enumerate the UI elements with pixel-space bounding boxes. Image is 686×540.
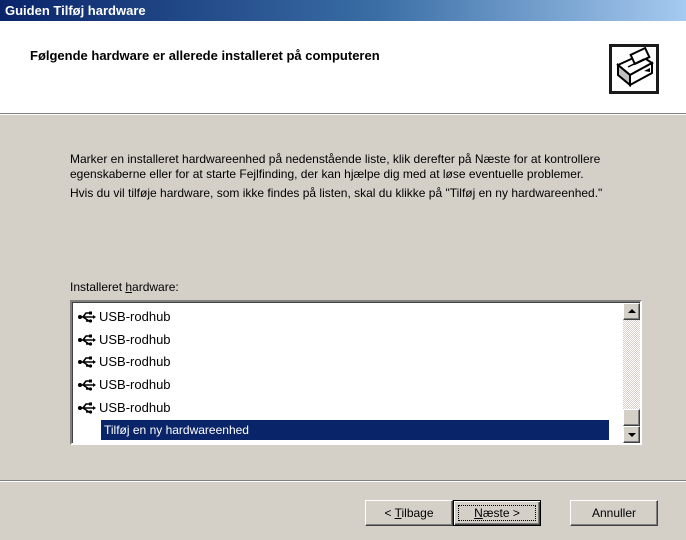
list-items: USB-rodhub USB-rodhub USB-rodhub USB-rod… <box>75 306 609 440</box>
window-title: Guiden Tilføj hardware <box>5 3 146 18</box>
list-item[interactable]: USB-rodhub <box>75 396 609 419</box>
list-item[interactable]: USB-rodhub <box>75 329 609 352</box>
installed-hardware-label: Installeret hardware: <box>70 280 179 294</box>
cancel-label: Annuller <box>591 506 637 520</box>
intro-paragraph-1: Marker en installeret hardwareenhed på n… <box>70 152 601 181</box>
hardware-wizard-icon <box>609 44 659 94</box>
list-scrollbar[interactable] <box>623 303 640 443</box>
back-button[interactable]: < Tilbage <box>365 500 453 526</box>
footer-separator <box>0 480 686 482</box>
next-accelerator: N <box>474 506 483 520</box>
list-item[interactable]: USB-rodhub <box>75 374 609 397</box>
window-titlebar[interactable]: Guiden Tilføj hardware <box>0 0 686 21</box>
scroll-down-button[interactable] <box>623 426 640 443</box>
back-prefix: < <box>384 506 395 520</box>
list-item[interactable]: USB-rodhub <box>75 351 609 374</box>
scroll-up-button[interactable] <box>623 303 640 320</box>
list-item-add-new-hardware[interactable]: Tilføj en ny hardwareenhed <box>101 419 609 440</box>
list-item[interactable]: USB-rodhub <box>75 306 609 329</box>
usb-icon <box>78 356 96 369</box>
cancel-button[interactable]: Annuller <box>570 500 658 526</box>
installed-hardware-list[interactable]: USB-rodhub USB-rodhub USB-rodhub USB-rod… <box>70 300 642 445</box>
usb-icon <box>78 379 96 391</box>
usb-icon <box>78 402 96 414</box>
list-item-label: USB-rodhub <box>99 309 171 325</box>
header-divider <box>0 114 686 115</box>
label-suffix: ardware: <box>132 280 179 294</box>
arrow-down-icon <box>628 433 636 437</box>
list-item-label: USB-rodhub <box>99 399 171 415</box>
listbox-frame: USB-rodhub USB-rodhub USB-rodhub USB-rod… <box>72 302 640 443</box>
wizard-header: Følgende hardware er allerede installere… <box>0 21 686 114</box>
header-title: Følgende hardware er allerede installere… <box>30 48 380 63</box>
scroll-thumb[interactable] <box>623 409 640 426</box>
list-item-label: USB-rodhub <box>99 354 171 370</box>
list-item-label: USB-rodhub <box>99 377 171 393</box>
list-item-label: Tilføj en ny hardwareenhed <box>104 422 249 437</box>
intro-paragraph-2: Hvis du vil tilføje hardware, som ikke f… <box>70 186 603 200</box>
back-suffix: ilbage <box>401 506 434 520</box>
usb-icon <box>78 311 96 323</box>
intro-text: Marker en installeret hardwareenhed på n… <box>70 152 645 205</box>
label-prefix: Installeret <box>70 280 126 294</box>
usb-icon <box>78 334 96 346</box>
list-item-label: USB-rodhub <box>99 331 171 347</box>
arrow-up-icon <box>628 309 636 313</box>
next-button[interactable]: Næste > <box>453 500 541 526</box>
next-suffix: æste > <box>482 506 520 520</box>
